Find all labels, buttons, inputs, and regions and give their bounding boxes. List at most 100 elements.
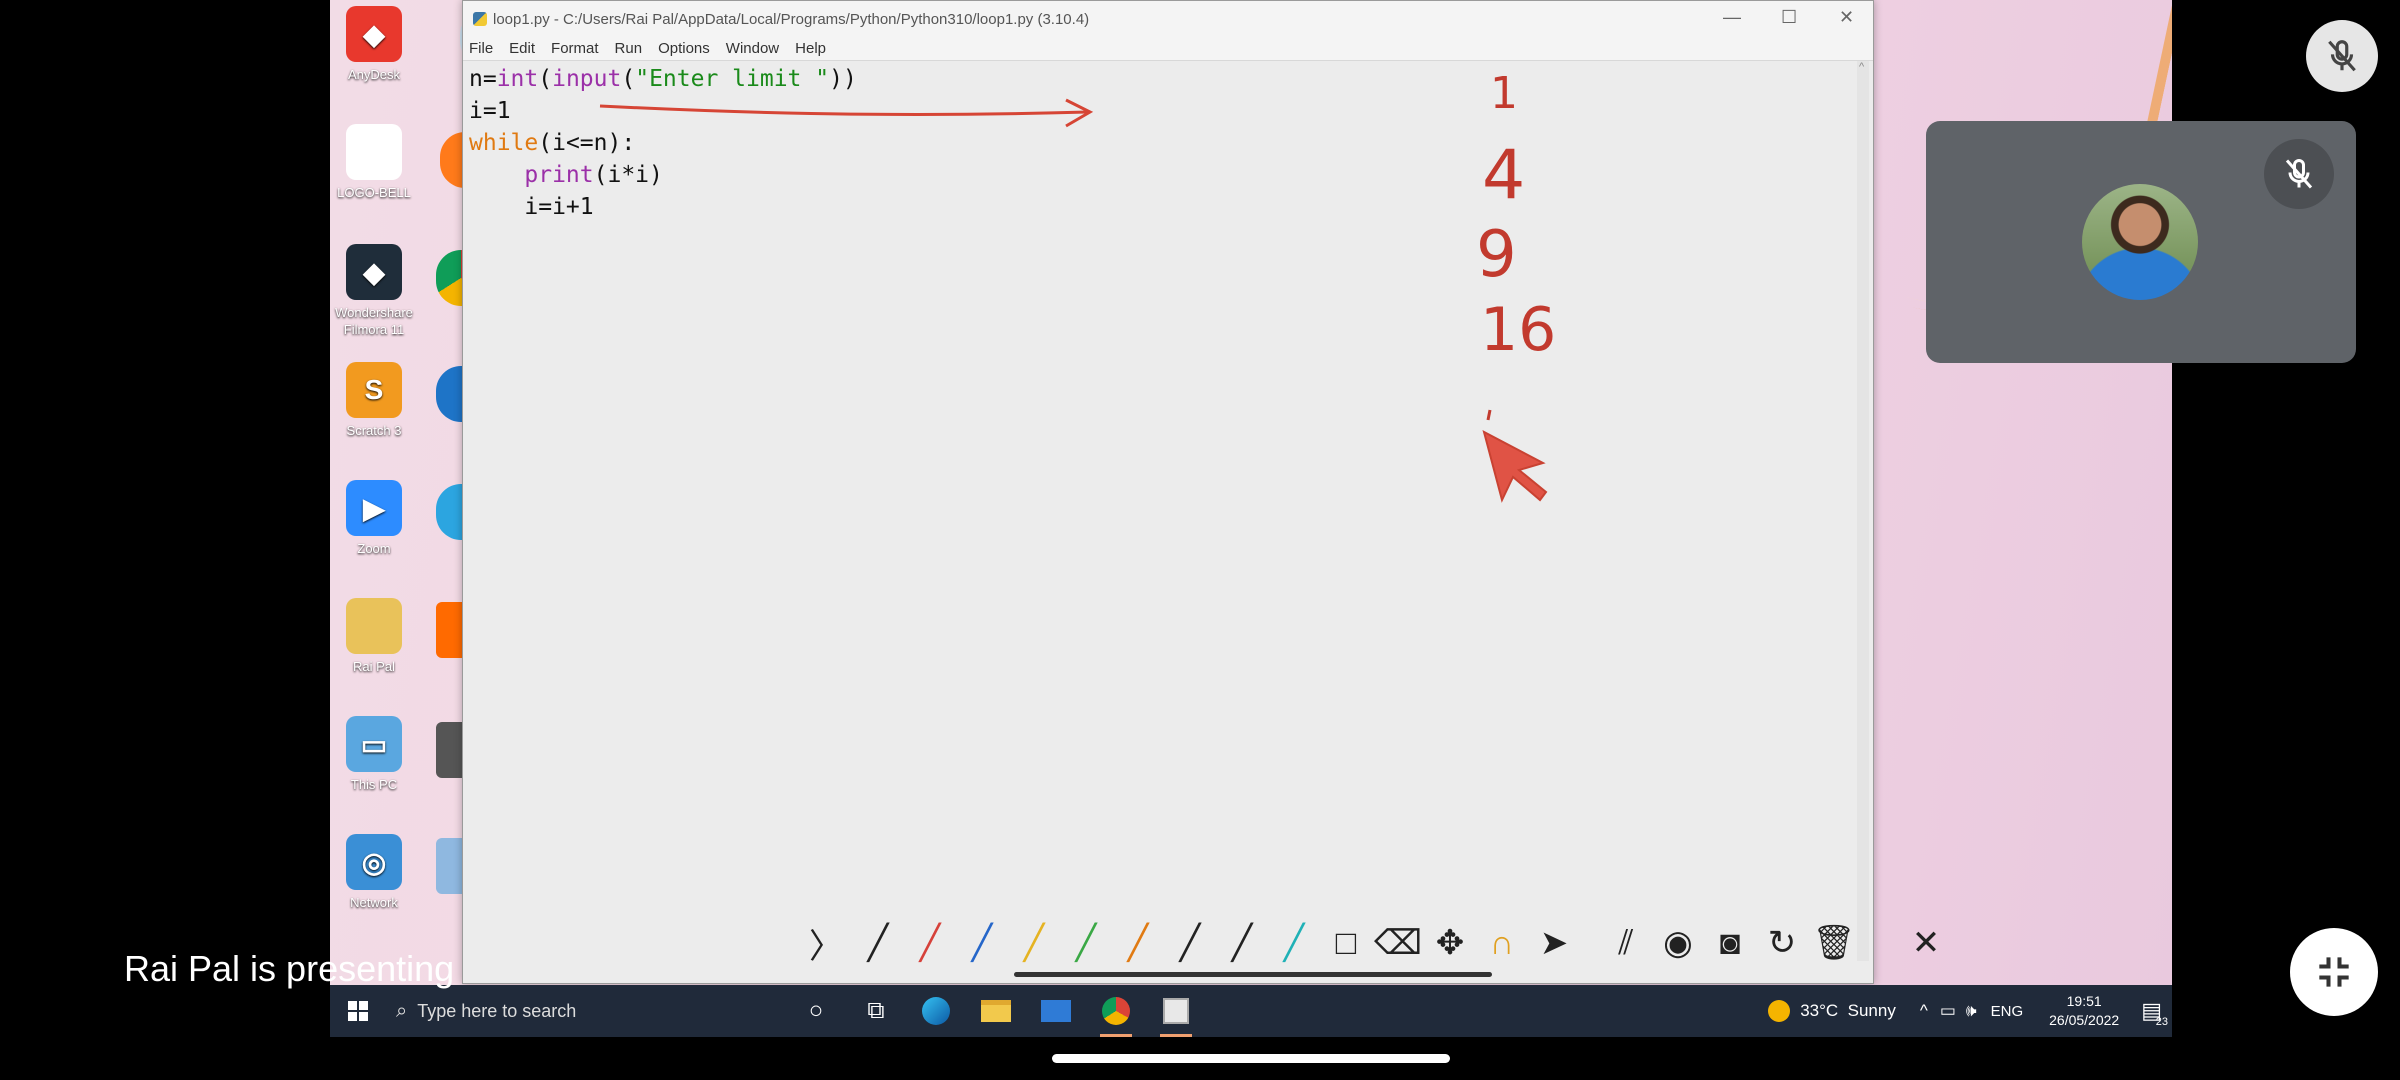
system-tray: 33°C Sunny ^ ▭ 🕪 ENG 19:51 26/05/2022 ▤ 2… bbox=[1768, 985, 2172, 1037]
eye-tool-icon[interactable]: ◉ bbox=[1652, 917, 1704, 969]
move-tool-icon[interactable]: ✥ bbox=[1424, 917, 1476, 969]
camera-tool-icon[interactable]: ◙ bbox=[1704, 917, 1756, 969]
chrome-taskbar-icon[interactable] bbox=[1086, 985, 1146, 1037]
volume-icon[interactable]: 🕪 bbox=[1966, 1001, 1977, 1021]
desktop-icon[interactable]: S Scratch 3 bbox=[334, 362, 414, 439]
idle-taskbar-icon[interactable] bbox=[1146, 985, 1206, 1037]
edge-taskbar-icon[interactable] bbox=[906, 985, 966, 1037]
menu-run[interactable]: Run bbox=[615, 40, 643, 57]
desktop-icon[interactable]: LOGO-BELL bbox=[334, 124, 414, 201]
start-button[interactable] bbox=[330, 1001, 386, 1021]
exit-fullscreen-icon bbox=[2319, 957, 2349, 987]
menu-format[interactable]: Format bbox=[551, 40, 599, 57]
menu-window[interactable]: Window bbox=[726, 40, 779, 57]
minimize-icon[interactable]: — bbox=[1723, 7, 1741, 28]
desktop-icon-chrome[interactable] bbox=[436, 250, 462, 310]
chevron-up-icon[interactable]: ^ bbox=[1920, 1001, 1928, 1021]
desktop-icon-telegram[interactable] bbox=[436, 484, 462, 544]
code-line-4: print(i*i) bbox=[469, 162, 663, 188]
pen-black-icon[interactable]: ╱ bbox=[852, 917, 904, 969]
maximize-icon[interactable]: ☐ bbox=[1781, 7, 1797, 28]
desktop-icon[interactable]: ▭ This PC bbox=[334, 716, 414, 793]
expand-tool-icon[interactable]: 〉 bbox=[800, 917, 852, 969]
cortana-icon[interactable]: ○ bbox=[786, 985, 846, 1037]
clock[interactable]: 19:51 26/05/2022 bbox=[2049, 992, 2119, 1030]
code-token: )) bbox=[829, 66, 857, 92]
menu-file[interactable]: File bbox=[469, 40, 493, 57]
desktop-icon-edge[interactable] bbox=[436, 366, 462, 426]
code-token-builtin: int bbox=[496, 66, 539, 92]
pen-black-3-icon[interactable]: ╱ bbox=[1216, 917, 1268, 969]
windows-logo-icon bbox=[348, 1001, 368, 1021]
participant-tile[interactable] bbox=[1926, 121, 2356, 363]
pen-yellow-icon[interactable]: ╱ bbox=[1008, 917, 1060, 969]
desktop-icon-label: This PC bbox=[350, 777, 398, 792]
pen-red-icon[interactable]: ╱ bbox=[904, 917, 956, 969]
desktop-icon[interactable]: ▶ Zoom bbox=[334, 480, 414, 557]
window-titlebar[interactable]: loop1.py - C:/Users/Rai Pal/AppData/Loca… bbox=[463, 1, 1873, 37]
menu-options[interactable]: Options bbox=[658, 40, 710, 57]
close-icon[interactable]: ✕ bbox=[1839, 7, 1854, 28]
magnet-tool-icon[interactable]: ∩ bbox=[1476, 917, 1528, 969]
code-token-keyword: while bbox=[469, 130, 539, 156]
desktop-icon-label: AnyDesk bbox=[347, 67, 401, 82]
mic-muted-button[interactable] bbox=[2306, 20, 2378, 92]
code-token-string: "Enter limit " bbox=[635, 66, 830, 92]
battery-icon[interactable]: ▭ bbox=[1940, 1001, 1956, 1021]
pen-cyan-icon[interactable]: ╱ bbox=[1268, 917, 1320, 969]
code-token: n= bbox=[469, 66, 497, 92]
code-editor[interactable]: n=int(input("Enter limit ")) i=1 while(i… bbox=[469, 63, 857, 223]
desktop-icon[interactable]: ◎ Network bbox=[334, 834, 414, 911]
mail-icon[interactable] bbox=[1026, 985, 1086, 1037]
desktop-icon-label: Zoom bbox=[357, 541, 391, 556]
home-indicator bbox=[1052, 1054, 1450, 1063]
notification-icon[interactable]: ▤ 23 bbox=[2141, 998, 2168, 1028]
desktop-icon[interactable]: ◆ Wondershare Filmora 11 bbox=[334, 244, 414, 338]
pen-black-2-icon[interactable]: ╱ bbox=[1164, 917, 1216, 969]
python-icon bbox=[473, 12, 487, 26]
desktop-app-icon: ◆ bbox=[346, 6, 402, 62]
pen-green-icon[interactable]: ╱ bbox=[1060, 917, 1112, 969]
vertical-scrollbar[interactable] bbox=[1857, 61, 1869, 961]
pen-blue-icon[interactable]: ╱ bbox=[956, 917, 1008, 969]
weather-text[interactable]: 33°C Sunny bbox=[1800, 1001, 1896, 1021]
menu-bar: File Edit Format Run Options Window Help bbox=[463, 37, 1873, 61]
menu-help[interactable]: Help bbox=[795, 40, 826, 57]
window-title: loop1.py - C:/Users/Rai Pal/AppData/Loca… bbox=[493, 10, 1090, 28]
code-line-2: i=1 bbox=[469, 98, 511, 124]
code-token: (i<=n): bbox=[538, 130, 636, 156]
exit-fullscreen-button[interactable] bbox=[2290, 928, 2378, 1016]
desktop-app-icon: ▶ bbox=[346, 480, 402, 536]
code-token: ( bbox=[538, 66, 553, 92]
eraser-tool-icon[interactable]: ⌫ bbox=[1372, 917, 1424, 969]
mic-off-icon bbox=[2328, 40, 2356, 72]
shapes-tool-icon[interactable]: □ bbox=[1320, 917, 1372, 969]
toolbar-scroll-indicator bbox=[1014, 972, 1492, 977]
presenting-label: Rai Pal is presenting bbox=[124, 948, 455, 989]
highlighter-orange-icon[interactable]: ╱ bbox=[1112, 917, 1164, 969]
desktop-icon-label: Wondershare Filmora 11 bbox=[335, 305, 413, 337]
task-view-icon[interactable]: ⧉ bbox=[846, 985, 906, 1037]
desktop-icon-b[interactable] bbox=[436, 722, 462, 782]
windows-taskbar: ⌕ Type here to search ○ ⧉ 33°C Sunny ^ ▭… bbox=[330, 985, 2172, 1037]
idle-editor-window[interactable]: loop1.py - C:/Users/Rai Pal/AppData/Loca… bbox=[462, 0, 1874, 984]
desktop-icon[interactable]: ◆ AnyDesk bbox=[334, 6, 414, 83]
desktop-app-icon: ▭ bbox=[346, 716, 402, 772]
file-explorer-icon[interactable] bbox=[966, 985, 1026, 1037]
close-tool-icon[interactable]: ✕ bbox=[1900, 917, 1952, 969]
desktop-icon-netbeans[interactable] bbox=[436, 838, 462, 898]
language-indicator[interactable]: ENG bbox=[1991, 1003, 2024, 1020]
desktop-icon[interactable]: Rai Pal bbox=[334, 598, 414, 675]
undo-tool-icon[interactable]: ↻ bbox=[1756, 917, 1808, 969]
pointer-tool-icon[interactable]: ➤ bbox=[1528, 917, 1580, 969]
desktop-icon-k7[interactable] bbox=[436, 602, 462, 662]
taskbar-search[interactable]: ⌕ Type here to search bbox=[386, 985, 786, 1037]
trash-tool-icon[interactable]: 🗑 bbox=[1808, 917, 1860, 969]
menu-edit[interactable]: Edit bbox=[509, 40, 535, 57]
desktop-app-icon bbox=[346, 598, 402, 654]
screen: ◆ AnyDesk LOGO-BELL ◆ Wondershare Filmora 11… bbox=[0, 0, 2400, 1080]
lines-tool-icon[interactable]: ⫽ bbox=[1600, 917, 1652, 969]
participant-avatar bbox=[2082, 184, 2198, 300]
annotation-toolbar: 〉 ╱ ╱ ╱ ╱ ╱ ╱ ╱ ╱ ╱ □ ⌫ ✥ ∩ ➤ ⫽ ◉ ◙ ↻ 🗑 ✕ bbox=[800, 912, 2170, 974]
code-line-5: i=i+1 bbox=[469, 194, 594, 220]
